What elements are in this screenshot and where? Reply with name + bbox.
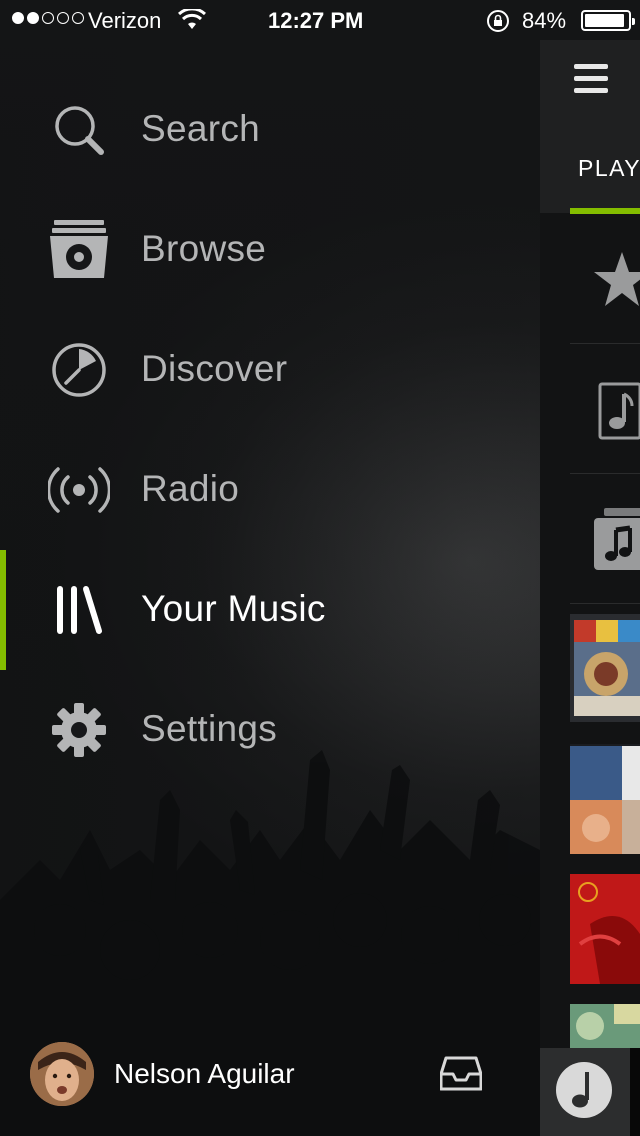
menu-item-your-music[interactable]: Your Music [0, 550, 540, 670]
playlist-cover[interactable] [570, 874, 640, 984]
gear-icon [48, 700, 110, 760]
wifi-icon [177, 7, 207, 37]
menu-item-label: Discover [141, 348, 288, 389]
user-name[interactable]: Nelson Aguilar [114, 1058, 295, 1090]
hamburger-icon[interactable] [574, 64, 608, 100]
menu-item-label: Your Music [141, 588, 326, 629]
now-playing-bar[interactable] [540, 1048, 640, 1136]
tab-playlists[interactable]: PLAY [578, 155, 640, 182]
avatar[interactable] [30, 1042, 94, 1106]
search-icon [48, 100, 110, 160]
battery-percent: 84% [522, 8, 567, 33]
clock: 12:27 PM [268, 8, 364, 33]
rotation-lock-icon [486, 9, 510, 39]
music-note-file-icon [598, 382, 640, 445]
menu-item-browse[interactable]: Browse [0, 190, 540, 310]
music-note-icon[interactable] [556, 1062, 612, 1118]
battery-icon [581, 10, 635, 31]
menu-item-settings[interactable]: Settings [0, 670, 540, 790]
menu-item-label: Browse [141, 228, 267, 269]
menu-item-search[interactable]: Search [0, 70, 540, 190]
user-profile[interactable]: Nelson Aguilar [0, 1040, 540, 1136]
main-content-panel[interactable]: PLAY [540, 40, 640, 1136]
menu-item-radio[interactable]: Radio [0, 430, 540, 550]
list-item[interactable] [570, 474, 640, 604]
signal-strength-icon [12, 12, 84, 24]
browse-icon [48, 220, 110, 280]
list-item[interactable] [570, 344, 640, 474]
music-folder-icon [594, 506, 640, 575]
panel-header: PLAY [540, 40, 640, 213]
playlist-cover[interactable] [570, 614, 640, 722]
status-bar: Verizon 12:27 PM 84% [0, 0, 640, 40]
list-item[interactable] [570, 214, 640, 344]
playlist-cover[interactable] [570, 1004, 640, 1048]
carrier-name: Verizon [88, 8, 162, 33]
menu-item-label: Settings [141, 708, 278, 749]
discover-icon [48, 340, 110, 400]
menu-item-label: Radio [141, 468, 240, 509]
menu-item-discover[interactable]: Discover [0, 310, 540, 430]
radio-icon [48, 460, 110, 520]
your-music-icon [48, 580, 110, 640]
playlist-cover[interactable] [570, 744, 640, 854]
active-indicator [0, 550, 6, 670]
menu-item-label: Search [141, 108, 261, 149]
inbox-icon[interactable] [439, 1056, 483, 1097]
star-icon [592, 250, 640, 315]
